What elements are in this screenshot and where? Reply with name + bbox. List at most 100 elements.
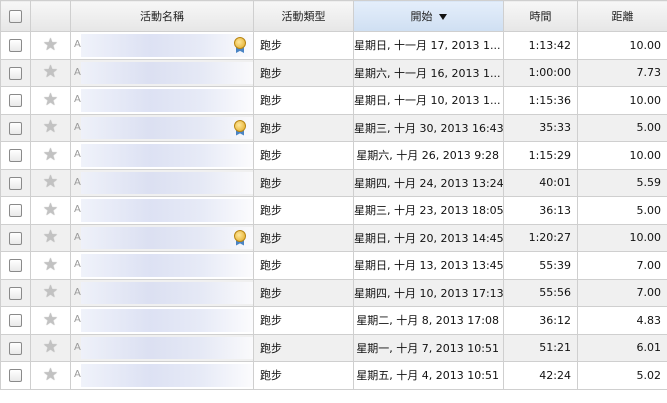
- row-checkbox-cell: [0, 223, 31, 252]
- star-icon[interactable]: ★: [43, 227, 58, 247]
- favorite-cell: ★: [30, 278, 71, 307]
- activity-name[interactable]: A: [74, 67, 81, 78]
- column-header-start[interactable]: 開始: [353, 0, 504, 32]
- table-row[interactable]: ★ A 跑步 星期三, 十月 23, 2013 18:05 36:13 5.00: [0, 196, 667, 225]
- column-header-name[interactable]: 活動名稱: [70, 0, 254, 32]
- row-checkbox[interactable]: [9, 204, 22, 217]
- row-checkbox[interactable]: [9, 39, 22, 52]
- favorite-cell: ★: [30, 196, 71, 225]
- activity-distance: 10.00: [577, 223, 667, 252]
- activity-name[interactable]: A: [74, 39, 81, 50]
- column-header-type[interactable]: 活動類型: [253, 0, 354, 32]
- activity-name-cell[interactable]: A: [70, 168, 254, 197]
- activity-name[interactable]: A: [74, 94, 81, 105]
- star-icon[interactable]: ★: [43, 62, 58, 82]
- activity-start: 星期日, 十一月 17, 2013 1...: [353, 31, 504, 60]
- row-checkbox[interactable]: [9, 314, 22, 327]
- row-checkbox[interactable]: [9, 176, 22, 190]
- activity-type: 跑步: [253, 141, 354, 170]
- activity-name-cell[interactable]: A: [70, 306, 254, 335]
- star-icon[interactable]: ★: [43, 200, 58, 220]
- row-checkbox-cell: [0, 141, 31, 170]
- table-row[interactable]: ★ A 跑步 星期六, 十一月 16, 2013 1... 1:00:00 7.73: [0, 58, 667, 87]
- activity-name-cell[interactable]: A: [70, 141, 254, 170]
- activity-type: 跑步: [253, 86, 354, 115]
- table-row[interactable]: ★ A 跑步 星期一, 十月 7, 2013 10:51 51:21 6.01: [0, 333, 667, 362]
- star-icon[interactable]: ★: [43, 172, 58, 192]
- activity-type: 跑步: [253, 31, 354, 60]
- table-row[interactable]: ★ A 跑步 星期二, 十月 8, 2013 17:08 36:12 4.83: [0, 306, 667, 335]
- activity-distance: 5.02: [577, 361, 667, 390]
- favorite-cell: ★: [30, 86, 71, 115]
- activity-type: 跑步: [253, 113, 354, 142]
- activity-name[interactable]: A: [74, 259, 81, 270]
- activity-name-cell[interactable]: A: [70, 278, 254, 307]
- table-row[interactable]: ★ A 跑步 星期日, 十一月 10, 2013 1... 1:15:36 10.00: [0, 86, 667, 115]
- activity-distance: 6.01: [577, 333, 667, 362]
- table-row[interactable]: ★ A 跑步 星期五, 十月 4, 2013 10:51 42:24 5.02: [0, 361, 667, 390]
- activity-name[interactable]: A: [74, 314, 81, 325]
- activity-name[interactable]: A: [74, 122, 81, 133]
- activity-name-cell[interactable]: A: [70, 113, 254, 142]
- redacted-name: [81, 226, 253, 249]
- activity-name-cell[interactable]: A: [70, 86, 254, 115]
- activity-name-cell[interactable]: A: [70, 196, 254, 225]
- activity-name[interactable]: A: [74, 204, 81, 215]
- activity-name-cell[interactable]: A: [70, 223, 254, 252]
- star-icon[interactable]: ★: [43, 145, 58, 165]
- activity-name-cell[interactable]: A: [70, 58, 254, 87]
- sort-descending-icon: [438, 14, 447, 20]
- favorite-cell: ★: [30, 141, 71, 170]
- star-icon[interactable]: ★: [43, 90, 58, 110]
- table-row[interactable]: ★ A 跑步 星期四, 十月 24, 2013 13:24 40:01 5.59: [0, 168, 667, 197]
- favorite-cell: ★: [30, 113, 71, 142]
- row-checkbox[interactable]: [9, 369, 22, 382]
- star-icon[interactable]: ★: [43, 282, 58, 302]
- table-row[interactable]: ★ A 跑步 星期四, 十月 10, 2013 17:13 55:56 7.00: [0, 278, 667, 307]
- star-icon[interactable]: ★: [43, 310, 58, 330]
- star-icon[interactable]: ★: [43, 255, 58, 275]
- redacted-name: [81, 254, 253, 277]
- row-checkbox[interactable]: [9, 286, 22, 300]
- row-checkbox[interactable]: [9, 149, 22, 162]
- activity-name-cell[interactable]: A: [70, 251, 254, 280]
- activity-name[interactable]: A: [74, 342, 81, 353]
- header-row: 活動名稱 活動類型 開始 時間 距離: [0, 0, 667, 32]
- row-checkbox[interactable]: [9, 94, 22, 107]
- activity-name-cell[interactable]: A: [70, 361, 254, 390]
- redacted-name: [81, 309, 253, 332]
- table-row[interactable]: ★ A 跑步 星期六, 十月 26, 2013 9:28 1:15:29 10.00: [0, 141, 667, 170]
- activity-type: 跑步: [253, 361, 354, 390]
- activity-time: 1:15:36: [503, 86, 578, 115]
- activity-name[interactable]: A: [74, 369, 81, 380]
- table-row[interactable]: ★ A 跑步 星期日, 十月 13, 2013 13:45 55:39 7.00: [0, 251, 667, 280]
- row-checkbox[interactable]: [9, 259, 22, 272]
- activity-name[interactable]: A: [74, 287, 81, 298]
- activity-name-cell[interactable]: A: [70, 31, 254, 60]
- activity-name-cell[interactable]: A: [70, 333, 254, 362]
- activity-name[interactable]: A: [74, 149, 81, 160]
- favorite-cell: ★: [30, 223, 71, 252]
- star-icon[interactable]: ★: [43, 35, 58, 55]
- column-header-distance[interactable]: 距離: [577, 0, 667, 32]
- activity-name[interactable]: A: [74, 232, 81, 243]
- star-icon[interactable]: ★: [43, 365, 58, 385]
- activity-start: 星期一, 十月 7, 2013 10:51: [353, 333, 504, 362]
- activity-time: 1:15:29: [503, 141, 578, 170]
- table-row[interactable]: ★ A 跑步 星期日, 十月 20, 2013 14:45 1:20:27 10.00: [0, 223, 667, 252]
- row-checkbox[interactable]: [9, 121, 22, 135]
- star-icon[interactable]: ★: [43, 117, 58, 137]
- column-header-time[interactable]: 時間: [503, 0, 578, 32]
- activity-start: 星期二, 十月 8, 2013 17:08: [353, 306, 504, 335]
- table-row[interactable]: ★ A 跑步 星期日, 十一月 17, 2013 1... 1:13:42 10.00: [0, 31, 667, 60]
- row-checkbox-cell: [0, 113, 31, 142]
- activity-time: 1:00:00: [503, 58, 578, 87]
- select-all-checkbox[interactable]: [9, 9, 22, 23]
- star-icon[interactable]: ★: [43, 337, 58, 357]
- row-checkbox[interactable]: [9, 66, 22, 80]
- table-row[interactable]: ★ A 跑步 星期三, 十月 30, 2013 16:43 35:33 5.00: [0, 113, 667, 142]
- row-checkbox[interactable]: [9, 341, 22, 355]
- row-checkbox[interactable]: [9, 231, 22, 245]
- redacted-name: [81, 116, 253, 139]
- activity-name[interactable]: A: [74, 177, 81, 188]
